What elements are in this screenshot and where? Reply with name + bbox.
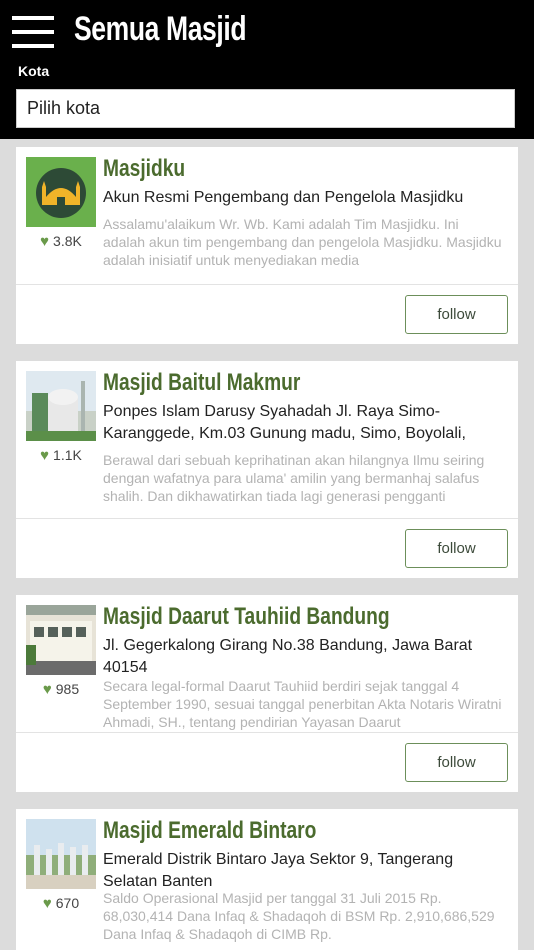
mosque-description: Berawal dari sebuah keprihatinan akan hi… xyxy=(103,452,485,504)
divider xyxy=(16,732,518,733)
heart-icon: ♥ xyxy=(42,895,52,912)
heart-icon: ♥ xyxy=(42,681,52,698)
app-header: Semua Masjid Kota xyxy=(0,0,534,139)
page-title: Semua Masjid xyxy=(74,10,247,48)
mosque-name[interactable]: Masjid Daarut Tauhiid Bandung xyxy=(103,603,427,631)
masjidku-logo xyxy=(26,157,96,227)
city-select-input[interactable] xyxy=(16,89,515,128)
follow-button[interactable]: follow xyxy=(405,295,508,334)
outdoor-photo xyxy=(26,819,96,889)
like-count: ♥ 3.8K xyxy=(40,233,82,250)
mosque-card[interactable]: ♥ 670 Masjid Emerald Bintaro Emerald Dist… xyxy=(16,809,518,950)
follow-button[interactable]: follow xyxy=(405,529,508,568)
follow-button[interactable]: follow xyxy=(405,743,508,782)
like-count: ♥ 1.1K xyxy=(40,447,82,464)
menu-icon[interactable] xyxy=(12,16,54,48)
kota-label: Kota xyxy=(18,63,50,79)
mosque-address: Emerald Distrik Bintaro Jaya Sektor 9, T… xyxy=(103,851,454,890)
mosque-description: Secara legal-formal Daarut Tauhiid berdi… xyxy=(103,678,502,730)
mosque-photo xyxy=(26,371,96,441)
divider xyxy=(16,518,518,519)
mosque-card[interactable]: ♥ 1.1K Masjid Baitul Makmur Ponpes Islam … xyxy=(16,361,518,578)
mosque-card[interactable]: ♥ 3.8K Masjidku Akun Resmi Pengembang dan… xyxy=(16,147,518,344)
mosque-description: Assalamu'alaikum Wr. Wb. Kami adalah Tim… xyxy=(103,216,502,268)
mosque-address: Jl. Gegerkalong Girang No.38 Bandung, Ja… xyxy=(103,637,473,676)
building-photo xyxy=(26,605,96,675)
mosque-address: Ponpes Islam Darusy Syahadah Jl. Raya Si… xyxy=(103,403,466,442)
mosque-description: Saldo Operasional Masjid per tanggal 31 … xyxy=(103,890,495,942)
divider xyxy=(16,284,518,285)
heart-icon: ♥ xyxy=(40,447,50,464)
mosque-name[interactable]: Masjid Baitul Makmur xyxy=(103,369,427,397)
like-count: ♥ 670 xyxy=(42,895,80,912)
heart-icon: ♥ xyxy=(40,233,50,250)
mosque-address: Akun Resmi Pengembang dan Pengelola Masj… xyxy=(103,189,464,206)
like-count: ♥ 985 xyxy=(42,681,80,698)
mosque-card[interactable]: ♥ 985 Masjid Daarut Tauhiid Bandung Jl. G… xyxy=(16,595,518,792)
mosque-name[interactable]: Masjidku xyxy=(103,155,427,183)
mosque-name[interactable]: Masjid Emerald Bintaro xyxy=(103,817,427,845)
